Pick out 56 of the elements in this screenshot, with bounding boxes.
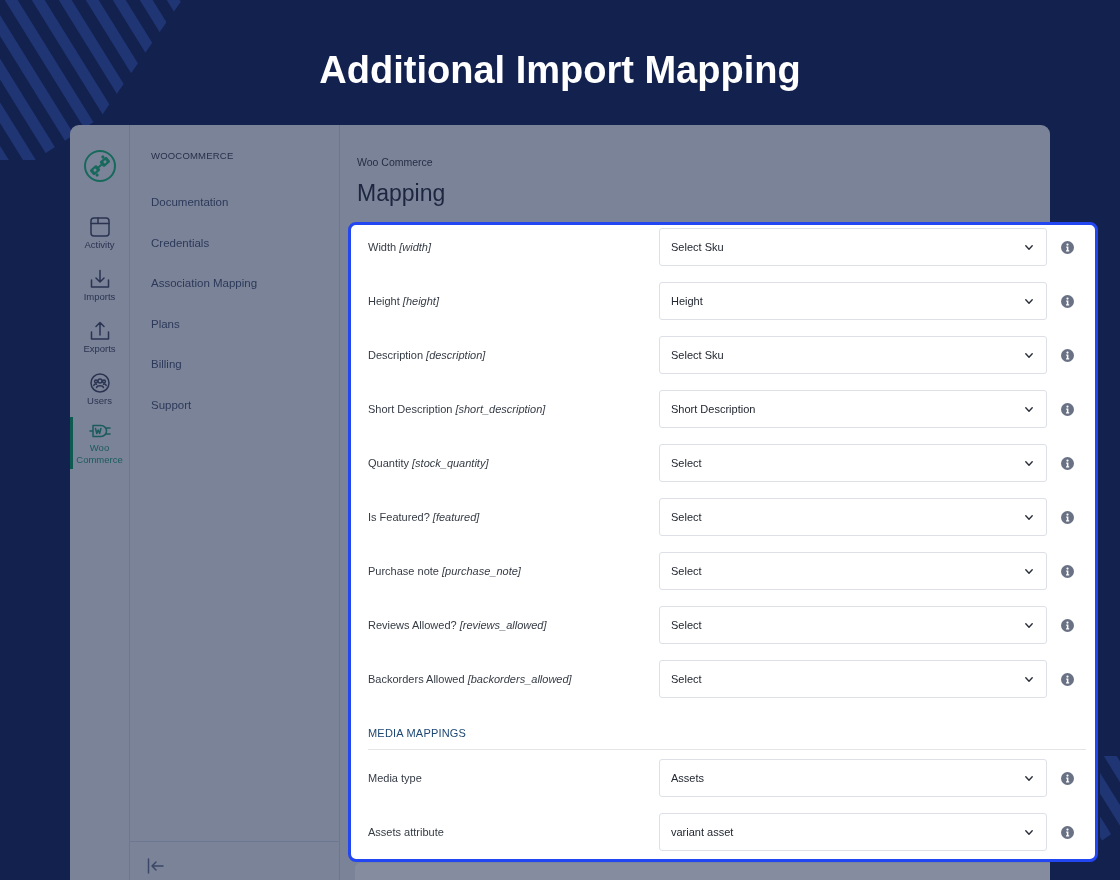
info-icon[interactable] (1061, 348, 1074, 362)
field-label: Width [width] (368, 241, 431, 253)
connector-logo-icon (83, 150, 116, 182)
select-field[interactable]: Select Sku (659, 228, 1047, 266)
users-icon (89, 373, 110, 393)
field-label: Reviews Allowed? [reviews_allowed] (368, 619, 547, 631)
select-field[interactable]: variant asset (659, 813, 1047, 851)
field-label: Is Featured? [featured] (368, 511, 480, 523)
select-field[interactable]: Select (659, 660, 1047, 698)
info-icon[interactable] (1061, 618, 1074, 632)
chevron-down-icon (1025, 298, 1033, 304)
field-label: Height [height] (368, 295, 439, 307)
info-icon[interactable] (1061, 672, 1074, 686)
field-label: Purchase note [purchase_note] (368, 565, 521, 577)
plug-icon (88, 422, 111, 440)
chevron-down-icon (1025, 568, 1033, 574)
chevron-down-icon (1025, 514, 1033, 520)
chevron-down-icon (1025, 352, 1033, 358)
field-label: Backorders Allowed [backorders_allowed] (368, 673, 572, 685)
info-icon[interactable] (1061, 294, 1074, 308)
select-field[interactable]: Select (659, 606, 1047, 644)
info-icon[interactable] (1061, 456, 1074, 470)
info-icon[interactable] (1061, 510, 1074, 524)
select-field[interactable]: Select Sku (659, 336, 1047, 374)
select-field[interactable]: Select (659, 552, 1047, 590)
info-icon[interactable] (1061, 402, 1074, 416)
select-field[interactable]: Select (659, 498, 1047, 536)
info-icon[interactable] (1061, 240, 1074, 254)
select-field[interactable]: Assets (659, 759, 1047, 797)
chevron-down-icon (1025, 244, 1033, 250)
info-icon[interactable] (1061, 825, 1074, 839)
page-title: Additional Import Mapping (319, 48, 801, 92)
info-icon[interactable] (1061, 564, 1074, 578)
field-label: Short Description [short_description] (368, 403, 546, 415)
section-heading: MEDIA MAPPINGS (368, 726, 467, 740)
field-label: Assets attribute (368, 826, 444, 838)
field-label: Description [description] (368, 349, 486, 361)
chevron-down-icon (1025, 829, 1033, 835)
chevron-down-icon (1025, 676, 1033, 682)
window-icon (89, 217, 110, 237)
chevron-down-icon (1025, 775, 1033, 781)
select-field[interactable]: Height (659, 282, 1047, 320)
breadcrumb: Woo Commerce (357, 156, 433, 168)
chevron-down-icon (1025, 406, 1033, 412)
field-label: Media type (368, 772, 422, 784)
chevron-down-icon (1025, 460, 1033, 466)
collapse-icon[interactable] (147, 858, 164, 874)
info-icon[interactable] (1061, 771, 1074, 785)
upload-icon (89, 321, 110, 341)
sidebar-heading: WOOCOMMERCE (151, 150, 234, 162)
page-heading: Mapping (357, 179, 446, 207)
select-field[interactable]: Select (659, 444, 1047, 482)
select-field[interactable]: Short Description (659, 390, 1047, 428)
chevron-down-icon (1025, 622, 1033, 628)
field-label: Quantity [stock_quantity] (368, 457, 489, 469)
download-icon (89, 269, 110, 289)
